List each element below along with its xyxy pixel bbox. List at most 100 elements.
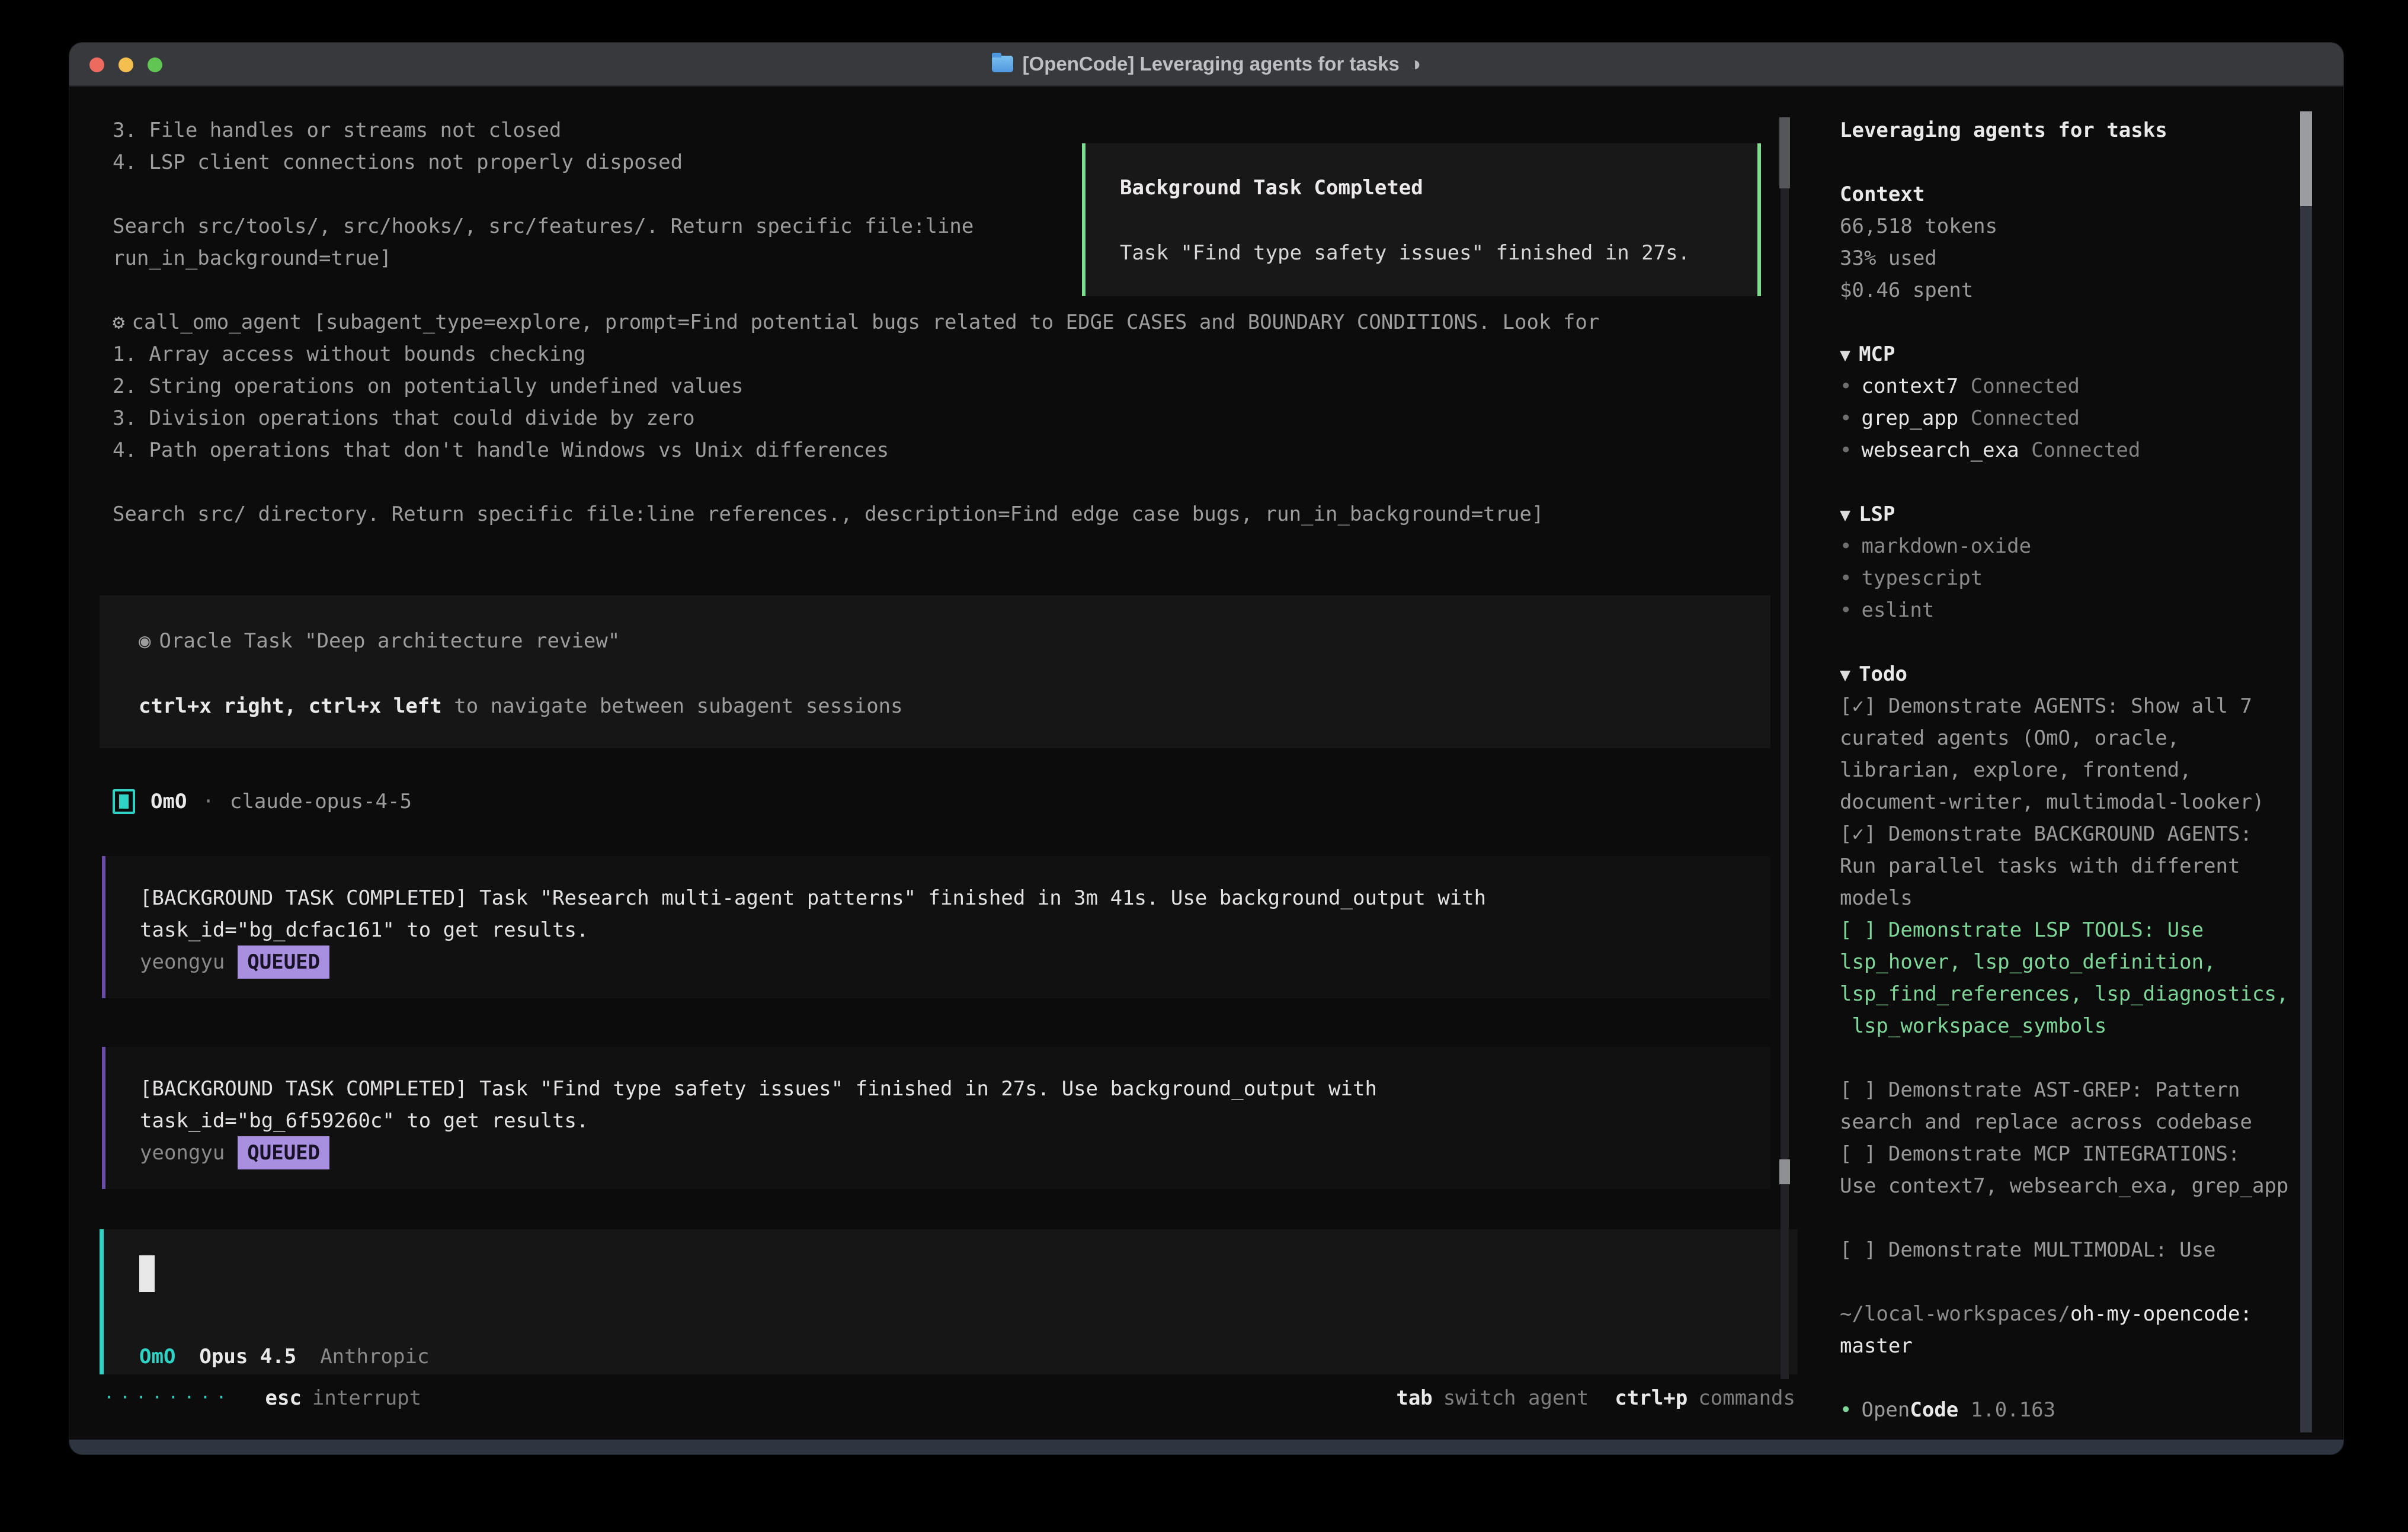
sidebar-scrollbar-track[interactable] [2300, 111, 2312, 1432]
folder-icon [992, 56, 1013, 72]
todo-line: Use context7, websearch_exa, grep_app [1840, 1170, 2290, 1202]
lsp-item: •markdown-oxide [1840, 530, 2290, 562]
context-used: 33% used [1840, 242, 2290, 274]
titlebar[interactable]: [OpenCode] Leveraging agents for tasks ◑ [69, 43, 2343, 86]
notification-body: Task "Find type safety issues" finished … [1120, 237, 1757, 269]
todo-line: curated agents (OmO, oracle, [1840, 722, 2290, 754]
task-block-line: task_id="bg_dcfac161" to get results. [140, 914, 1770, 946]
main-scrollbar-marker[interactable] [1779, 1159, 1790, 1184]
opencode-window: [OpenCode] Leveraging agents for tasks ◑… [69, 43, 2343, 1454]
bullet-icon: • [1840, 598, 1852, 622]
todo-line: [ ] Demonstrate MCP INTEGRATIONS: [1840, 1138, 2290, 1170]
mcp-item: •grep_app Connected [1840, 402, 2290, 434]
close-button[interactable] [89, 57, 104, 72]
tab-key: tab [1396, 1382, 1432, 1414]
minimize-button[interactable] [119, 57, 133, 72]
ctrlp-label: commands [1698, 1382, 1795, 1414]
maximize-button[interactable] [148, 57, 162, 72]
todo-section-header[interactable]: ▼Todo [1840, 658, 2290, 690]
todo-line-active: lsp_workspace_symbols [1840, 1010, 2290, 1042]
mcp-item: •context7 Connected [1840, 370, 2290, 402]
task-completed-block: [BACKGROUND TASK COMPLETED] Task "Find t… [102, 1047, 1770, 1189]
hint-rest: to navigate between subagent sessions [442, 694, 903, 718]
half-circle-icon: ◑ [1409, 53, 1421, 76]
todo-line: [✓] Demonstrate AGENTS: Show all 7 [1840, 690, 2290, 722]
window-title-group: [OpenCode] Leveraging agents for tasks ◑ [992, 53, 1421, 76]
tab-hint: tab switch agent [1396, 1382, 1589, 1414]
lsp-item: •typescript [1840, 562, 2290, 594]
agent-model: claude-opus-4-5 [230, 786, 412, 818]
todo-line: document-writer, multimodal-looker) [1840, 786, 2290, 818]
window-bottom-edge [69, 1440, 2343, 1454]
todo-line-active: lsp_hover, lsp_goto_definition, [1840, 946, 2290, 978]
agent-header: OmO · claude-opus-4-5 [113, 786, 412, 818]
workspace-branch: master [1840, 1330, 2290, 1362]
status-badge: QUEUED [238, 946, 329, 979]
message-line: 3. File handles or streams not closed [113, 114, 1599, 146]
omo-agent-icon [113, 789, 135, 814]
context-heading: Context [1840, 178, 2290, 210]
lsp-section-header[interactable]: ▼LSP [1840, 498, 2290, 530]
input-meta: OmO Opus 4.5 Anthropic [139, 1341, 429, 1373]
context-tokens: 66,518 tokens [1840, 210, 2290, 242]
bullet-icon: • [1840, 406, 1852, 430]
status-bar: ········ esc interrupt tab switch agent … [104, 1382, 1795, 1414]
oracle-hint-line: ctrl+x right, ctrl+x left to navigate be… [139, 690, 1770, 722]
tool-call-item: 3. Division operations that could divide… [113, 402, 1599, 434]
triangle-down-icon: ▼ [1840, 345, 1850, 366]
conversation-pane: 3. File handles or streams not closed 4.… [69, 86, 1825, 1440]
todo-line: models [1840, 882, 2290, 914]
session-sidebar: Leveraging agents for tasks Context 66,5… [1825, 86, 2343, 1440]
esc-label: interrupt [312, 1382, 421, 1414]
opencode-version: •OpenCode 1.0.163 [1840, 1394, 2290, 1426]
commands-hint: ctrl+p commands [1615, 1382, 1795, 1414]
session-title: Leveraging agents for tasks [1840, 114, 2290, 146]
bullet-icon: • [1840, 374, 1852, 398]
context-spent: $0.46 spent [1840, 274, 2290, 306]
task-user: yeongyu [140, 946, 225, 978]
todo-line: [✓] Demonstrate BACKGROUND AGENTS: [1840, 818, 2290, 850]
activity-dots: ········ [104, 1382, 232, 1414]
main-scrollbar-thumb[interactable] [1779, 117, 1790, 188]
record-circle-icon: ◉ [139, 629, 150, 653]
todo-line: search and replace across codebase [1840, 1106, 2290, 1138]
esc-hint: esc interrupt [265, 1382, 422, 1414]
task-block-line: [BACKGROUND TASK COMPLETED] Task "Find t… [140, 1073, 1770, 1105]
prompt-input[interactable]: OmO Opus 4.5 Anthropic [100, 1229, 1798, 1374]
agent-name: OmO [150, 786, 187, 818]
mcp-item: •websearch_exa Connected [1840, 434, 2290, 466]
sidebar-scrollbar-thumb[interactable] [2300, 111, 2312, 206]
green-dot-icon: • [1840, 1398, 1852, 1422]
lsp-item: •eslint [1840, 594, 2290, 626]
hint-keys: ctrl+x right, ctrl+x left [139, 694, 442, 718]
tool-call-item: 2. String operations on potentially unde… [113, 370, 1599, 402]
mcp-section-header[interactable]: ▼MCP [1840, 338, 2290, 370]
status-badge: QUEUED [238, 1136, 329, 1169]
bullet-icon: • [1840, 438, 1852, 462]
todo-line-active: lsp_find_references, lsp_diagnostics, [1840, 978, 2290, 1010]
workspace-path: ~/local-workspaces/oh-my-opencode: [1840, 1298, 2290, 1330]
bullet-icon: • [1840, 534, 1852, 558]
input-model-name: Opus 4.5 [199, 1341, 296, 1373]
oracle-task-title-line: ◉ Oracle Task "Deep architecture review" [139, 625, 1770, 657]
task-user: yeongyu [140, 1137, 225, 1169]
task-block-line: [BACKGROUND TASK COMPLETED] Task "Resear… [140, 882, 1770, 914]
tab-label: switch agent [1443, 1382, 1589, 1414]
todo-line: librarian, explore, frontend, [1840, 754, 2290, 786]
window-title: [OpenCode] Leveraging agents for tasks [1023, 53, 1400, 75]
task-completed-block: [BACKGROUND TASK COMPLETED] Task "Resear… [102, 856, 1770, 998]
gear-icon: ⚙ [113, 310, 124, 334]
tool-call-item: 1. Array access without bounds checking [113, 338, 1599, 370]
esc-key: esc [265, 1382, 302, 1414]
bullet-icon: • [1840, 566, 1852, 590]
todo-line: [ ] Demonstrate AST-GREP: Pattern [1840, 1074, 2290, 1106]
oracle-task-box: ◉Oracle Task "Deep architecture review" … [100, 595, 1770, 748]
tool-call-tail: Search src/ directory. Return specific f… [113, 498, 1599, 530]
text-cursor [139, 1255, 155, 1292]
triangle-down-icon: ▼ [1840, 505, 1850, 525]
main-scrollbar-track[interactable] [1781, 117, 1789, 1379]
todo-line-active: [ ] Demonstrate LSP TOOLS: Use [1840, 914, 2290, 946]
oracle-task-title: Oracle Task "Deep architecture review" [159, 629, 620, 653]
tool-call-head: call_omo_agent [subagent_type=explore, p… [132, 310, 1599, 334]
todo-line: [ ] Demonstrate MULTIMODAL: Use [1840, 1234, 2290, 1266]
